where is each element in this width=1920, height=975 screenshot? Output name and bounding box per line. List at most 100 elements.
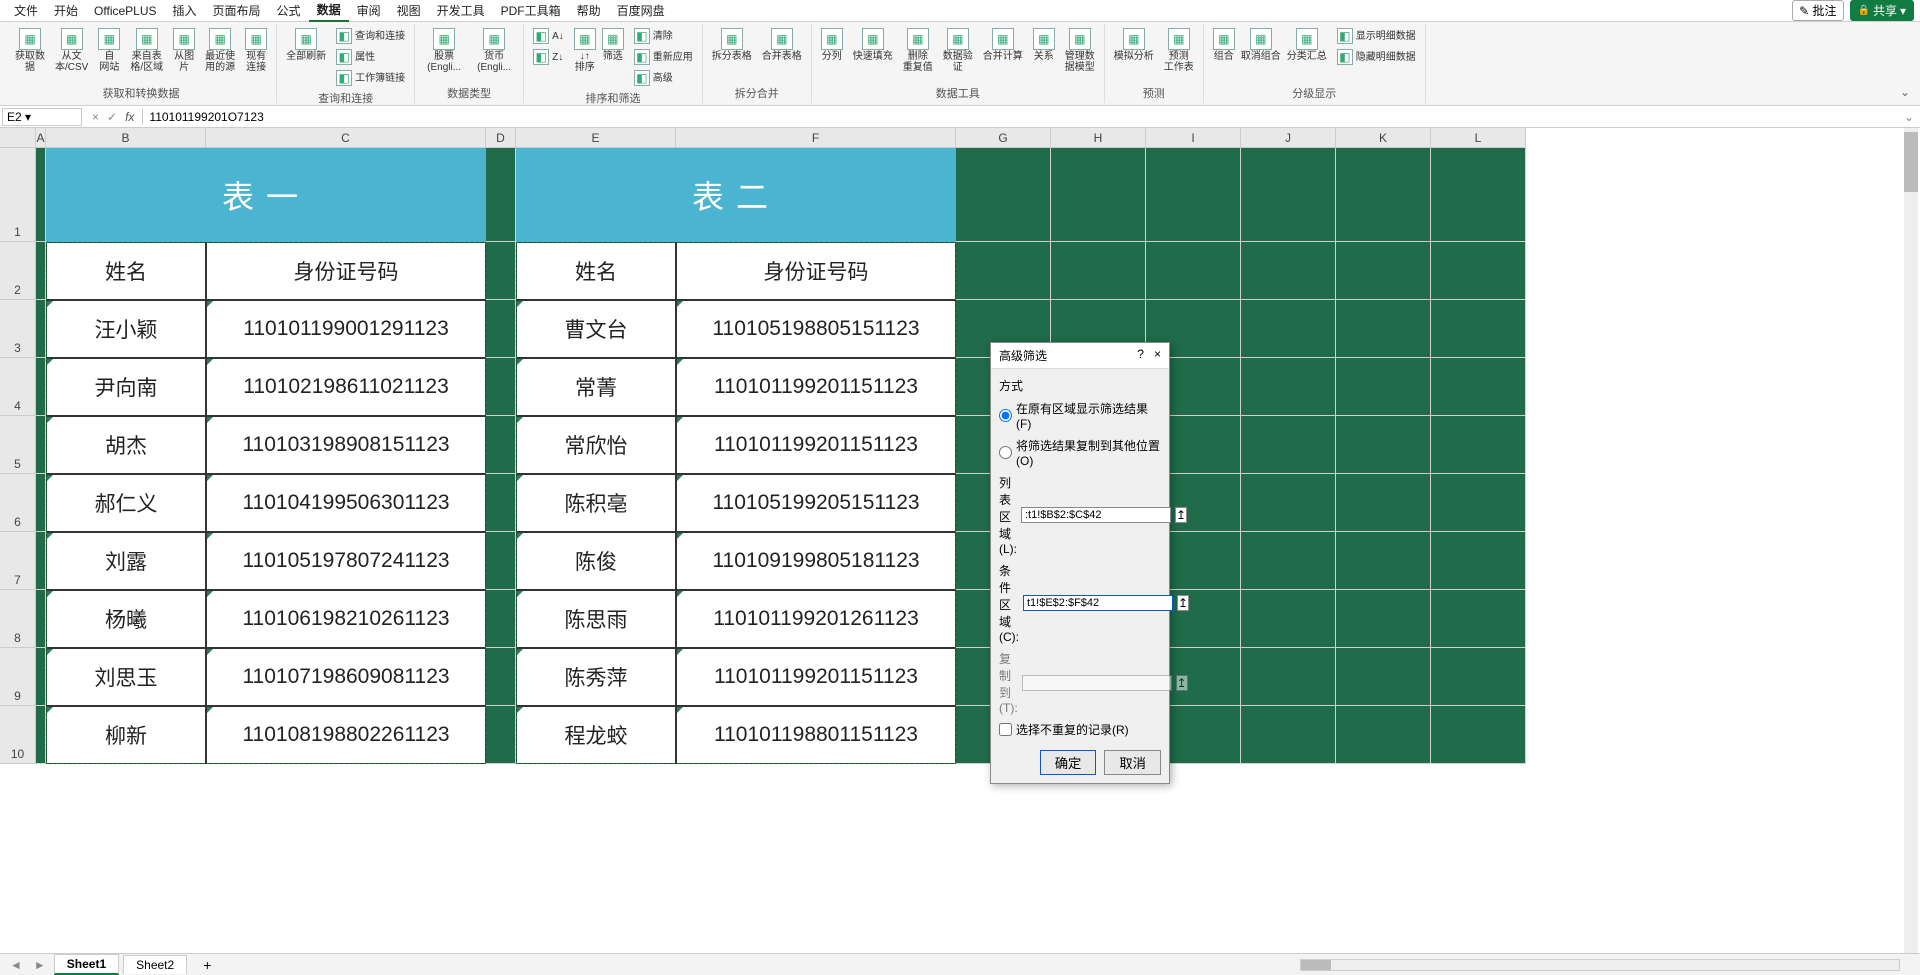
table1-title[interactable]: 表一 — [46, 148, 486, 242]
ribbon-button[interactable]: ▦删除重复值 — [900, 26, 936, 75]
cell[interactable] — [1431, 532, 1526, 590]
cell[interactable]: 110105197807241123 — [206, 532, 486, 590]
name-box[interactable]: E2 ▾ — [2, 108, 82, 126]
menu-pdf[interactable]: PDF工具箱 — [493, 0, 569, 21]
cell[interactable] — [1336, 300, 1431, 358]
cell[interactable] — [36, 416, 46, 474]
col-header-A[interactable]: A — [36, 128, 46, 148]
menu-view[interactable]: 视图 — [389, 0, 429, 21]
help-icon[interactable]: ? — [1137, 347, 1144, 361]
cell[interactable] — [956, 242, 1051, 300]
ribbon-button[interactable]: ▦现有连接 — [242, 26, 270, 75]
menu-formula[interactable]: 公式 — [269, 0, 309, 21]
cell[interactable] — [36, 706, 46, 764]
scrollbar-vertical[interactable] — [1904, 128, 1918, 953]
ribbon-button[interactable]: ◧A↓ — [530, 26, 567, 46]
cell[interactable] — [1241, 474, 1336, 532]
sheet-tab-2[interactable]: Sheet2 — [123, 955, 187, 974]
share-button[interactable]: 共享 ▾ — [1850, 0, 1915, 21]
cell[interactable]: 刘思玉 — [46, 648, 206, 706]
cell[interactable] — [1241, 358, 1336, 416]
ribbon-button[interactable]: ▦组合 — [1210, 26, 1238, 64]
close-icon[interactable]: × — [1154, 347, 1161, 361]
col-header-K[interactable]: K — [1336, 128, 1431, 148]
cell[interactable]: 常欣怡 — [516, 416, 676, 474]
ribbon-collapse[interactable]: ⌄ — [1896, 24, 1914, 103]
cell[interactable]: 杨曦 — [46, 590, 206, 648]
cell[interactable] — [36, 590, 46, 648]
ribbon-button[interactable]: ▦拆分表格 — [709, 26, 755, 64]
cell[interactable] — [1431, 590, 1526, 648]
ok-button[interactable]: 确定 — [1040, 750, 1097, 775]
col-header-F[interactable]: F — [676, 128, 956, 148]
cell[interactable] — [36, 358, 46, 416]
cell[interactable] — [1336, 474, 1431, 532]
cell[interactable]: 110107198609081123 — [206, 648, 486, 706]
ribbon-button[interactable]: ▦筛选 — [599, 26, 627, 75]
cell[interactable] — [1241, 648, 1336, 706]
ribbon-button[interactable]: ▦从图片 — [170, 26, 198, 75]
cell[interactable] — [486, 358, 516, 416]
col-header-B[interactable]: B — [46, 128, 206, 148]
cell[interactable] — [1431, 474, 1526, 532]
ribbon-button[interactable]: ▦分列 — [818, 26, 846, 64]
cell[interactable]: 110101198801151123 — [676, 706, 956, 764]
cell[interactable] — [36, 300, 46, 358]
cell[interactable] — [1431, 416, 1526, 474]
ribbon-button[interactable]: ◧清除 — [631, 26, 696, 46]
cell[interactable]: 110104199506301123 — [206, 474, 486, 532]
cell[interactable] — [1431, 648, 1526, 706]
cell[interactable] — [1336, 648, 1431, 706]
cell[interactable]: 郝仁义 — [46, 474, 206, 532]
cell[interactable]: 刘露 — [46, 532, 206, 590]
cell[interactable] — [956, 148, 1051, 242]
cell[interactable] — [1146, 242, 1241, 300]
cancel-button[interactable]: 取消 — [1104, 750, 1161, 775]
cell[interactable] — [36, 148, 46, 242]
ribbon-button[interactable]: ◧隐藏明细数据 — [1334, 47, 1419, 67]
cell[interactable] — [1336, 590, 1431, 648]
ribbon-button[interactable]: ◧查询和连接 — [333, 26, 408, 46]
col-header-J[interactable]: J — [1241, 128, 1336, 148]
check-icon[interactable]: ✓ — [107, 110, 117, 124]
row-header-2[interactable]: 2 — [0, 242, 36, 300]
spreadsheet-grid[interactable]: ABCDEFGHIJKL 12345678910 表一表二姓名身份证号码姓名身份… — [0, 128, 1920, 953]
cell[interactable]: 110105199205151123 — [676, 474, 956, 532]
cell[interactable] — [36, 242, 46, 300]
list-range-input[interactable] — [1021, 507, 1171, 523]
cell[interactable] — [36, 474, 46, 532]
ribbon-button[interactable]: ▦模拟分析 — [1111, 26, 1157, 64]
cell[interactable] — [1431, 300, 1526, 358]
cell[interactable]: 110108198802261123 — [206, 706, 486, 764]
cell[interactable]: 尹向南 — [46, 358, 206, 416]
sheet-tab-1[interactable]: Sheet1 — [54, 954, 119, 975]
ribbon-button[interactable]: ▦分类汇总 — [1284, 26, 1330, 64]
ribbon-button[interactable]: ▦股票 (Engli... — [421, 26, 467, 75]
cell[interactable] — [486, 590, 516, 648]
cell[interactable] — [1431, 148, 1526, 242]
cell[interactable]: 程龙蛟 — [516, 706, 676, 764]
cell[interactable]: 姓名 — [516, 242, 676, 300]
cell[interactable]: 110106198210261123 — [206, 590, 486, 648]
ribbon-button[interactable]: ▦货币 (Engli... — [471, 26, 517, 75]
add-sheet-button[interactable]: + — [191, 955, 223, 975]
cell[interactable]: 身份证号码 — [206, 242, 486, 300]
ribbon-button[interactable]: ▦获取数据 — [12, 26, 48, 75]
cell[interactable]: 110109199805181123 — [676, 532, 956, 590]
menu-home[interactable]: 开始 — [46, 0, 86, 21]
ribbon-button[interactable]: ◧高级 — [631, 68, 696, 88]
cell[interactable] — [1431, 358, 1526, 416]
ribbon-button[interactable]: ▦自网站 — [95, 26, 123, 75]
cell[interactable] — [1241, 706, 1336, 764]
cell[interactable] — [1336, 416, 1431, 474]
menu-insert[interactable]: 插入 — [165, 0, 205, 21]
ribbon-button[interactable]: ▦管理数据模型 — [1062, 26, 1098, 75]
menu-review[interactable]: 审阅 — [349, 0, 389, 21]
select-all-corner[interactable] — [0, 128, 36, 148]
filter-copy-radio[interactable]: 将筛选结果复制到其他位置(O) — [999, 437, 1161, 468]
cell[interactable] — [1146, 148, 1241, 242]
cell[interactable]: 110103198908151123 — [206, 416, 486, 474]
cell[interactable] — [1431, 706, 1526, 764]
cell[interactable] — [1241, 242, 1336, 300]
row-header-4[interactable]: 4 — [0, 358, 36, 416]
